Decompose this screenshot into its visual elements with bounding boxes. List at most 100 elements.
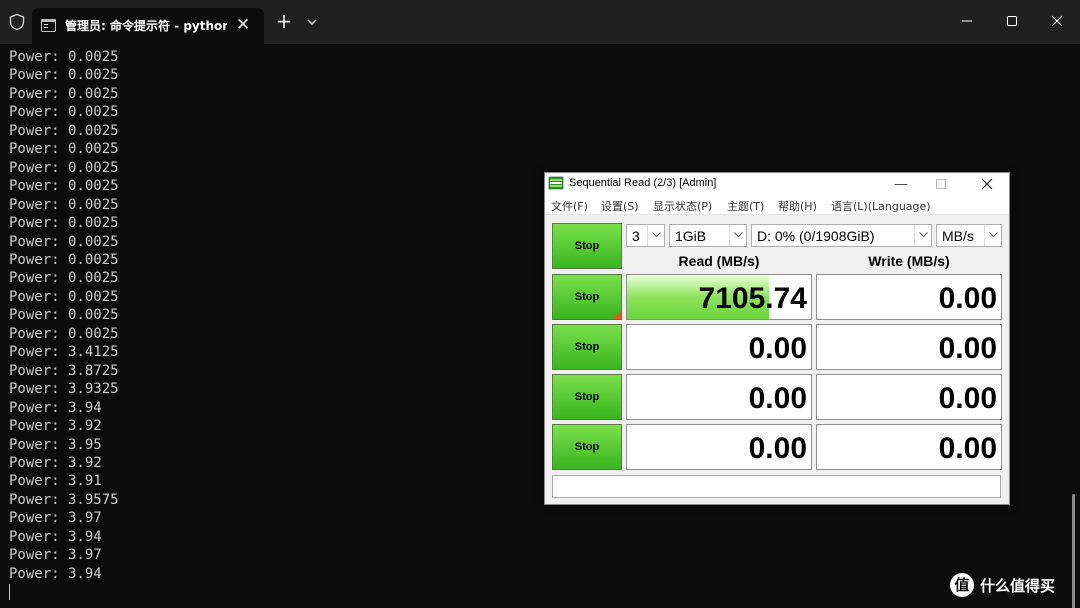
write-value: 0.00 — [938, 432, 997, 465]
stop-label: Stop — [574, 341, 600, 353]
maximize-icon — [936, 179, 946, 189]
read-result-row-4: 0.00 — [626, 424, 812, 470]
terminal-line: Power: 3.95 — [9, 436, 102, 453]
terminal-line: Power: 3.9575 — [9, 491, 119, 508]
cdm-titlebar: Sequential Read (2/3) [Admin] — — [545, 173, 1009, 195]
menu-settings[interactable]: 设置(S) — [601, 198, 639, 214]
read-value: 0.00 — [748, 332, 807, 365]
crystaldiskmark-icon — [548, 176, 564, 190]
read-value: 7105.74 — [698, 282, 807, 315]
terminal-line: Power: 0.0025 — [9, 288, 119, 305]
tab-close-button[interactable]: ✕ — [232, 14, 254, 36]
terminal-line: Power: 0.0025 — [9, 67, 119, 84]
stop-button-row-3[interactable]: Stop — [552, 374, 622, 420]
write-result-row-1: 0.00 — [816, 274, 1002, 320]
terminal-line: Power: 3.97 — [9, 547, 102, 564]
read-result-row-3: 0.00 — [626, 374, 812, 420]
terminal-line: Power: 3.94 — [9, 528, 102, 545]
terminal-tab[interactable]: 管理员: 命令提示符 - python ✕ — [32, 8, 264, 44]
write-result-row-2: 0.00 — [816, 324, 1002, 370]
write-value: 0.00 — [938, 332, 997, 365]
write-value: 0.00 — [938, 282, 997, 315]
terminal-line: Power: 0.0025 — [9, 233, 119, 250]
stop-label: Stop — [574, 291, 600, 303]
read-result-row-1: 7105.74 — [626, 274, 812, 320]
read-value: 0.00 — [748, 382, 807, 415]
unit-value: MB/s — [942, 228, 974, 244]
terminal-line: Power: 0.0025 — [9, 215, 119, 232]
cdm-maximize-button[interactable] — [921, 173, 961, 195]
cdm-menubar: 文件(F) 设置(S) 显示状态(P) 主题(T) 帮助(H) 语言(L)(La… — [545, 195, 1009, 215]
unit-select[interactable]: MB/s — [936, 224, 1002, 247]
terminal-line: Power: 0.0025 — [9, 104, 119, 121]
minimize-icon[interactable] — [952, 8, 982, 34]
terminal-line: Power: 0.0025 — [9, 196, 119, 213]
watermark-logo: 值 — [950, 573, 974, 597]
maximize-icon[interactable] — [997, 8, 1027, 34]
crystaldiskmark-window: Sequential Read (2/3) [Admin] — 文件(F) 设置… — [544, 172, 1010, 505]
size-select[interactable]: 1GiB — [669, 224, 747, 247]
watermark: 值 什么值得买 — [950, 572, 1074, 598]
drive-select[interactable]: D: 0% (0/1908GiB) — [751, 224, 932, 247]
text-cursor — [9, 584, 10, 600]
close-icon — [981, 178, 993, 190]
shield-icon — [9, 13, 25, 31]
terminal-line: Power: 0.0025 — [9, 49, 119, 65]
terminal-line: Power: 0.0025 — [9, 178, 119, 195]
terminal-line: Power: 3.91 — [9, 473, 102, 490]
write-result-row-4: 0.00 — [816, 424, 1002, 470]
menu-profile[interactable]: 显示状态(P) — [653, 198, 712, 214]
count-select[interactable]: 3 — [626, 224, 665, 247]
write-value: 0.00 — [938, 382, 997, 415]
terminal-line: Power: 3.97 — [9, 510, 102, 527]
chevron-down-icon — [914, 225, 931, 246]
stop-button-row-1[interactable]: Stop — [552, 274, 622, 320]
terminal-line: Power: 3.94 — [9, 399, 102, 416]
stop-button-row-4[interactable]: Stop — [552, 424, 622, 470]
close-icon[interactable] — [1042, 8, 1072, 34]
count-value: 3 — [632, 228, 640, 244]
read-result-row-2: 0.00 — [626, 324, 812, 370]
cmd-icon — [41, 19, 56, 32]
drive-value: D: 0% (0/1908GiB) — [757, 228, 875, 244]
stop-label: Stop — [574, 441, 600, 453]
chevron-down-icon — [729, 225, 746, 246]
read-header: Read (MB/s) — [678, 253, 760, 269]
terminal-line: Power: 0.0025 — [9, 85, 119, 102]
chevron-down-icon — [984, 225, 1001, 246]
terminal-line: Power: 3.9325 — [9, 381, 119, 398]
terminal-line: Power: 3.4125 — [9, 344, 119, 361]
terminal-line: Power: 3.92 — [9, 418, 102, 435]
stop-label: Stop — [574, 391, 600, 403]
menu-help[interactable]: 帮助(H) — [778, 198, 817, 214]
terminal-line: Power: 0.0025 — [9, 270, 119, 287]
size-value: 1GiB — [675, 228, 707, 244]
comment-input[interactable] — [552, 475, 1001, 498]
chevron-down-icon — [647, 225, 664, 246]
cdm-close-button[interactable] — [967, 173, 1007, 195]
tab-title: 管理员: 命令提示符 - python — [65, 19, 227, 33]
terminal-line: Power: 0.0025 — [9, 159, 119, 176]
write-header: Write (MB/s) — [868, 253, 950, 269]
stop-all-button[interactable]: Stop — [552, 223, 622, 269]
menu-language[interactable]: 语言(L)(Language) — [831, 198, 931, 214]
terminal-titlebar: 管理员: 命令提示符 - python ✕ + — [0, 0, 1080, 44]
write-result-row-3: 0.00 — [816, 374, 1002, 420]
watermark-text: 什么值得买 — [980, 577, 1056, 595]
stop-all-label: Stop — [574, 240, 600, 252]
read-value: 0.00 — [748, 432, 807, 465]
menu-theme[interactable]: 主题(T) — [727, 198, 764, 214]
cdm-minimize-button[interactable]: — — [881, 173, 921, 195]
menu-file[interactable]: 文件(F) — [551, 198, 588, 214]
terminal-line: Power: 3.92 — [9, 454, 102, 471]
stop-button-row-2[interactable]: Stop — [552, 324, 622, 370]
terminal-line: Power: 0.0025 — [9, 251, 119, 268]
chevron-down-icon[interactable] — [303, 13, 321, 31]
terminal-line: Power: 0.0025 — [9, 307, 119, 324]
terminal-line: Power: 0.0025 — [9, 122, 119, 139]
new-tab-button[interactable]: + — [274, 11, 294, 31]
terminal-line: Power: 0.0025 — [9, 141, 119, 158]
cdm-window-title: Sequential Read (2/3) [Admin] — [569, 177, 717, 189]
terminal-line: Power: 0.0025 — [9, 325, 119, 342]
terminal-line: Power: 3.8725 — [9, 362, 119, 379]
